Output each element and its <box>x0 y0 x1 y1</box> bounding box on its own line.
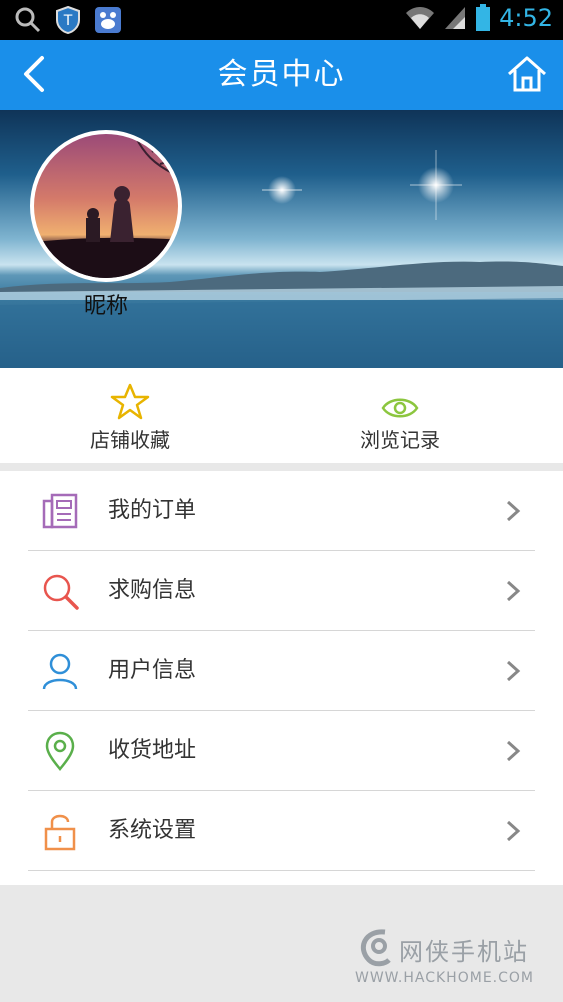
menu-item-label: 求购信息 <box>108 578 197 603</box>
browse-history-label: 浏览记录 <box>360 428 440 452</box>
menu-item-orders[interactable]: 我的订单 <box>28 471 535 551</box>
menu-item-user-info[interactable]: 用户信息 <box>28 631 535 711</box>
shield-icon: T <box>54 6 82 34</box>
menu-item-label: 我的订单 <box>108 498 197 523</box>
search-icon <box>43 574 79 610</box>
watermark-name: 网侠手机站 <box>399 938 529 966</box>
menu-list: 我的订单 求购信息 用户信息 收货地址 系统设置 <box>0 471 563 885</box>
eye-icon <box>381 398 419 418</box>
signal-icon <box>445 7 466 29</box>
baidu-icon <box>94 6 122 34</box>
status-bar: T 4:52 <box>0 0 563 40</box>
shop-favorites-label: 店铺收藏 <box>90 428 170 452</box>
watermark: 网侠手机站 WWW.HACKHOME.COM <box>355 926 555 996</box>
battery-icon <box>476 4 491 31</box>
menu-item-purchase-requests[interactable]: 求购信息 <box>28 551 535 631</box>
star-icon <box>110 383 150 420</box>
order-icon <box>42 493 78 529</box>
avatar[interactable] <box>30 130 182 282</box>
unlock-icon <box>44 814 76 851</box>
quick-actions: 店铺收藏 浏览记录 <box>0 368 563 463</box>
status-time: 4:52 <box>499 4 553 32</box>
location-icon <box>45 731 75 771</box>
profile-banner: 昵称 <box>0 110 563 368</box>
wifi-icon <box>406 7 435 29</box>
chevron-right-icon <box>506 740 521 762</box>
home-button[interactable] <box>505 52 549 96</box>
svg-text:T: T <box>63 13 73 29</box>
watermark-url: WWW.HACKHOME.COM <box>355 970 534 986</box>
menu-item-label: 用户信息 <box>108 658 197 683</box>
search-icon <box>14 6 42 34</box>
chevron-right-icon <box>506 580 521 602</box>
home-icon <box>508 56 546 92</box>
chevron-right-icon <box>506 500 521 522</box>
browse-history-button[interactable]: 浏览记录 <box>310 368 490 463</box>
chevron-right-icon <box>506 660 521 682</box>
shop-favorites-button[interactable]: 店铺收藏 <box>40 368 220 463</box>
menu-item-system-settings[interactable]: 系统设置 <box>28 791 535 871</box>
menu-item-label: 收货地址 <box>108 738 197 763</box>
page-title: 会员中心 <box>217 57 346 92</box>
user-icon <box>42 653 78 690</box>
menu-item-label: 系统设置 <box>108 818 197 843</box>
title-bar: 会员中心 <box>0 40 563 110</box>
menu-item-shipping-address[interactable]: 收货地址 <box>28 711 535 791</box>
watermark-logo-icon <box>361 929 391 967</box>
nickname[interactable]: 昵称 <box>30 288 182 320</box>
chevron-right-icon <box>506 820 521 842</box>
